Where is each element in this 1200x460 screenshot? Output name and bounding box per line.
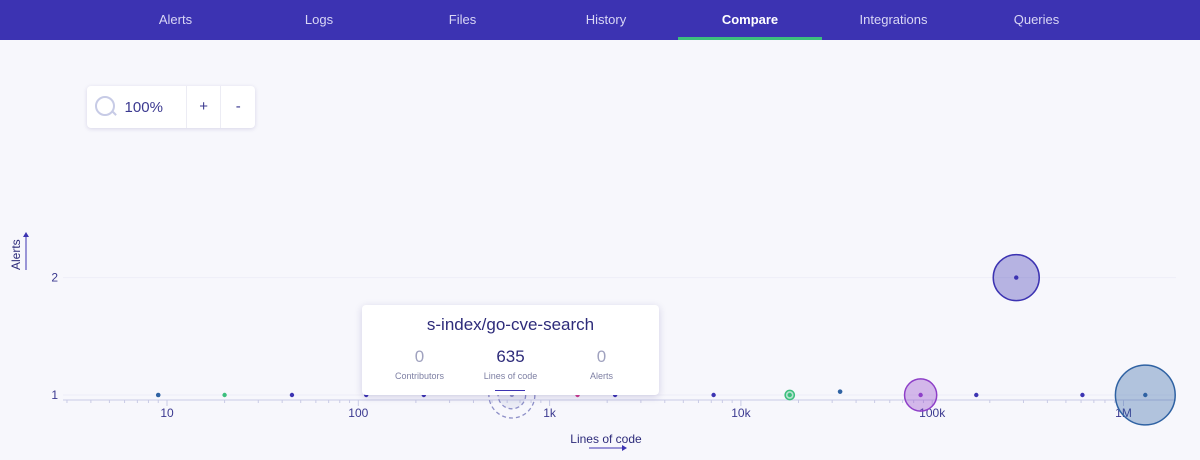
x-tick-label: 10k bbox=[731, 406, 751, 420]
tab-files[interactable]: Files bbox=[391, 0, 534, 40]
y-tick-label: 1 bbox=[51, 388, 58, 402]
point-dot bbox=[222, 392, 227, 398]
contributors-value: 0 bbox=[414, 347, 425, 366]
point-dot bbox=[837, 389, 843, 394]
data-point[interactable] bbox=[974, 392, 979, 398]
loc-value: 635 bbox=[496, 347, 525, 366]
zoom-level: 100% bbox=[124, 98, 163, 116]
point-center bbox=[918, 392, 923, 398]
data-point[interactable] bbox=[784, 389, 796, 401]
chart-points bbox=[155, 253, 1176, 426]
data-point[interactable] bbox=[155, 392, 161, 398]
x-axis-label: Lines of code bbox=[570, 432, 642, 446]
data-point[interactable] bbox=[711, 392, 716, 398]
search-icon bbox=[87, 86, 125, 128]
tooltip-stat-loc: 635 Lines of code bbox=[461, 347, 560, 381]
repo-tooltip: s-index/go-cve-search 0 Contributors 635… bbox=[362, 305, 659, 395]
point-dot bbox=[711, 392, 716, 398]
point-center bbox=[787, 392, 792, 398]
tooltip-title: s-index/go-cve-search bbox=[426, 315, 595, 334]
tab-compare[interactable]: Compare bbox=[678, 0, 822, 40]
x-tick-label: 10 bbox=[160, 406, 174, 420]
contributors-label: Contributors bbox=[394, 371, 445, 381]
zoom-out-button[interactable]: - bbox=[220, 86, 255, 128]
top-nav: Alerts Logs Files History Compare Integr… bbox=[0, 0, 1200, 40]
point-center bbox=[1143, 392, 1148, 398]
alerts-value: 0 bbox=[596, 347, 607, 366]
data-point[interactable] bbox=[903, 378, 938, 412]
alerts-label: Alerts bbox=[589, 371, 613, 381]
loc-label: Lines of code bbox=[483, 371, 538, 381]
tab-logs[interactable]: Logs bbox=[247, 0, 391, 40]
data-point[interactable] bbox=[1080, 392, 1085, 398]
point-dot bbox=[155, 392, 161, 398]
y-tick-label: 2 bbox=[51, 271, 58, 285]
x-tick-label: 100 bbox=[348, 406, 368, 420]
y-axis-label: Alerts bbox=[9, 239, 23, 270]
data-point[interactable] bbox=[1114, 364, 1176, 426]
point-dot bbox=[289, 392, 295, 398]
data-point[interactable] bbox=[992, 253, 1040, 302]
tab-history[interactable]: History bbox=[534, 0, 678, 40]
data-point[interactable] bbox=[222, 392, 227, 398]
tab-integrations[interactable]: Integrations bbox=[822, 0, 965, 40]
point-dot bbox=[1080, 392, 1085, 398]
tooltip-highlight-line bbox=[495, 390, 525, 391]
tab-alerts[interactable]: Alerts bbox=[104, 0, 247, 40]
y-axis-arrow-head bbox=[23, 232, 29, 237]
data-point[interactable] bbox=[289, 392, 295, 398]
zoom-in-button[interactable]: + bbox=[185, 86, 221, 128]
point-center bbox=[1014, 275, 1019, 280]
x-tick-label: 1k bbox=[543, 406, 557, 420]
zoom-control: 100% + - bbox=[87, 86, 255, 128]
tooltip-stat-contributors: 0 Contributors bbox=[370, 347, 469, 381]
tooltip-stat-alerts: 0 Alerts bbox=[552, 347, 651, 381]
point-dot bbox=[974, 392, 979, 398]
tab-queries[interactable]: Queries bbox=[965, 0, 1108, 40]
data-point[interactable] bbox=[837, 389, 843, 394]
